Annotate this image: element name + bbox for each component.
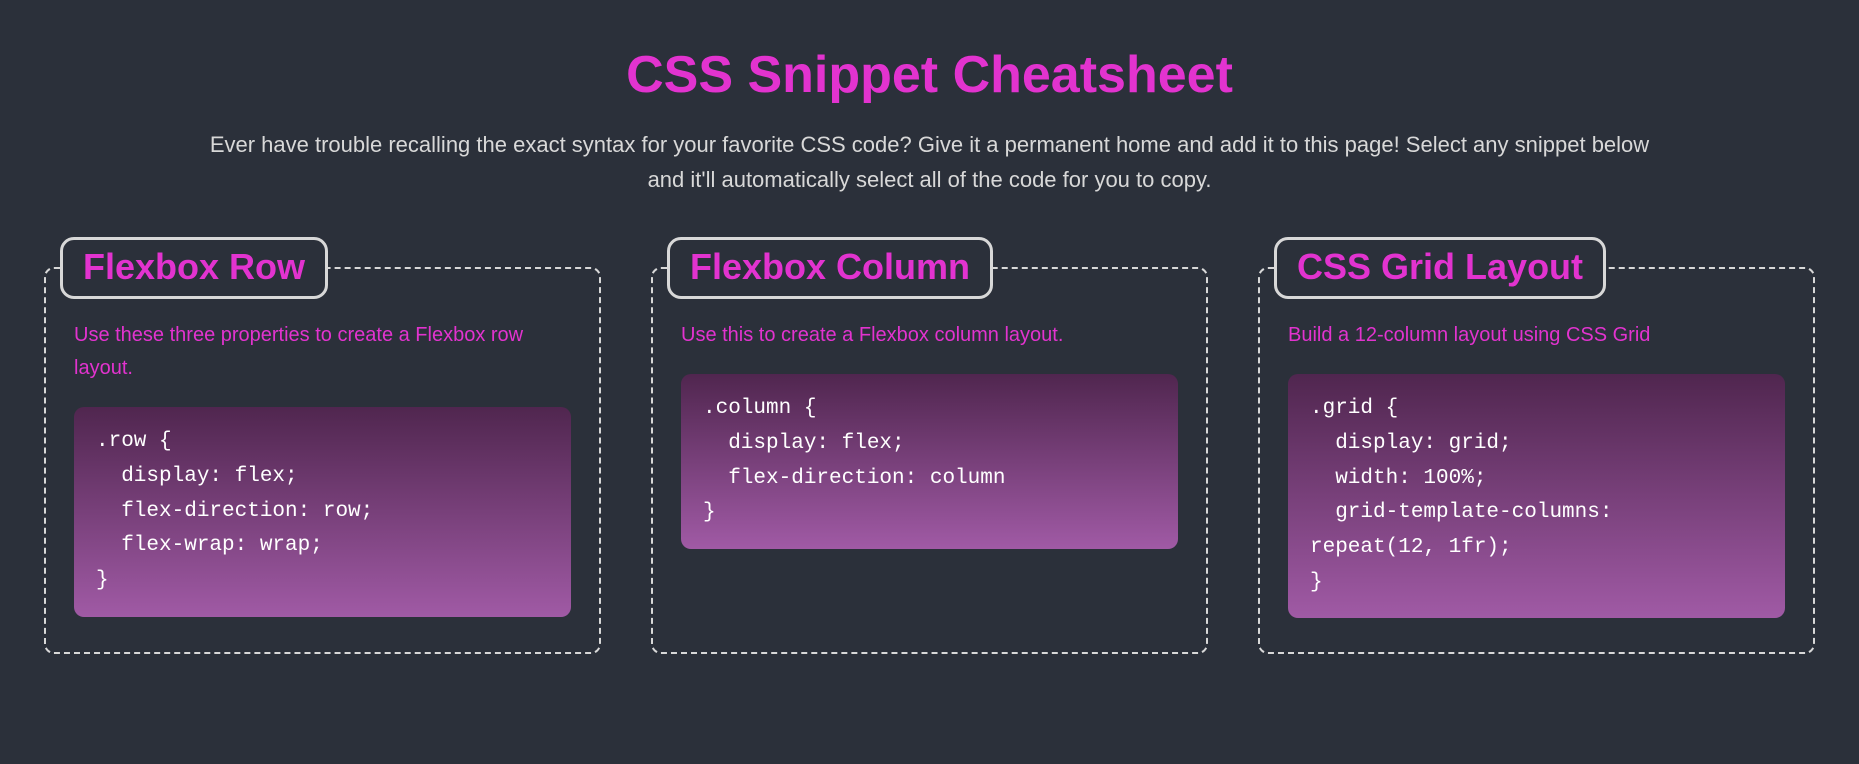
snippet-card-desc: Use these three properties to create a F…	[74, 319, 571, 385]
snippet-code-block[interactable]: .column { display: flex; flex-direction:…	[681, 374, 1178, 549]
snippet-code-block[interactable]: .grid { display: grid; width: 100%; grid…	[1288, 374, 1785, 618]
snippet-card-desc: Use this to create a Flexbox column layo…	[681, 319, 1178, 352]
snippet-card-flexbox-column: Flexbox Column Use this to create a Flex…	[651, 267, 1208, 654]
page-header: CSS Snippet Cheatsheet Ever have trouble…	[0, 0, 1859, 227]
snippet-card-title: CSS Grid Layout	[1274, 237, 1606, 299]
snippet-card-title: Flexbox Column	[667, 237, 993, 299]
snippet-card-desc: Build a 12-column layout using CSS Grid	[1288, 319, 1785, 352]
page-title: CSS Snippet Cheatsheet	[200, 45, 1659, 105]
snippet-code-block[interactable]: .row { display: flex; flex-direction: ro…	[74, 407, 571, 616]
page-subtitle: Ever have trouble recalling the exact sy…	[200, 127, 1659, 197]
snippet-card-flexbox-row: Flexbox Row Use these three properties t…	[44, 267, 601, 654]
snippet-card-css-grid-layout: CSS Grid Layout Build a 12-column layout…	[1258, 267, 1815, 654]
snippet-card-title: Flexbox Row	[60, 237, 328, 299]
snippet-cards-row: Flexbox Row Use these three properties t…	[0, 227, 1859, 654]
